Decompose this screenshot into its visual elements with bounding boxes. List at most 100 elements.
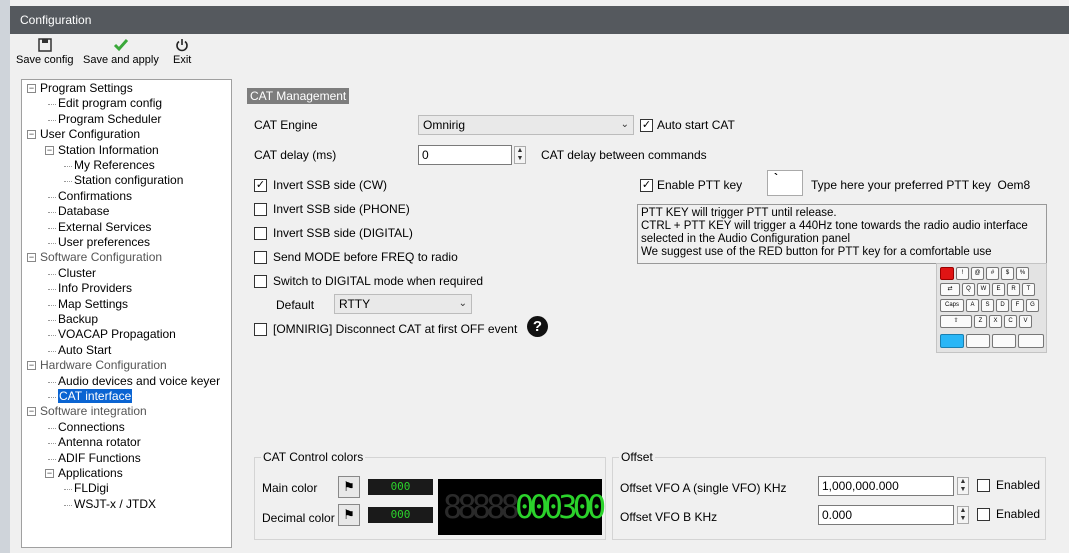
keyboard-key: Z (974, 315, 987, 328)
collapse-icon[interactable]: − (27, 253, 36, 263)
cat-delay-spinner[interactable]: ▲ ▼ (514, 146, 526, 164)
ptt-key-input[interactable]: ` (767, 170, 803, 196)
tree-connector (48, 397, 56, 398)
paint-bucket-icon[interactable]: ⚑ (338, 504, 360, 526)
tree-item[interactable]: External Services (58, 220, 151, 235)
offset-vfo-a-label: Offset VFO A (single VFO) KHz (620, 481, 787, 495)
invert-ssb-cw-checkbox[interactable]: ✓ (254, 179, 267, 192)
collapse-icon[interactable]: − (27, 84, 36, 93)
collapse-icon[interactable]: − (27, 407, 36, 417)
keyboard-key: E (992, 283, 1005, 296)
tree-item[interactable]: Station configuration (74, 173, 183, 188)
tree-item[interactable]: VOACAP Propagation (58, 327, 176, 342)
collapse-icon[interactable]: − (27, 361, 36, 371)
tree-item-label: ADIF Functions (58, 450, 141, 465)
invert-ssb-phone-label: Invert SSB side (PHONE) (273, 202, 410, 216)
tree-item[interactable]: Program Settings (40, 81, 133, 96)
auto-start-cat-checkbox[interactable]: ✓ (640, 119, 653, 132)
tree-item-label: Antenna rotator (58, 435, 141, 450)
tree-item[interactable]: Database (58, 204, 109, 219)
tree-item[interactable]: Program Scheduler (58, 112, 161, 127)
keyboard-key: A (966, 299, 979, 312)
ptt-note-line: PTT KEY will trigger PTT until release. (641, 207, 837, 219)
send-mode-checkbox[interactable] (254, 251, 267, 264)
display-digit: 8 (471, 488, 492, 526)
tree-item[interactable]: User preferences (58, 235, 150, 250)
tree-item[interactable]: Edit program config (58, 96, 162, 111)
tree-item[interactable]: Confirmations (58, 189, 132, 204)
display-digit: 3 (558, 488, 578, 526)
paint-bucket-icon[interactable]: ⚑ (338, 476, 360, 498)
switch-digital-checkbox[interactable] (254, 275, 267, 288)
settings-tree[interactable]: Program Settings − Edit program config Prog… (21, 79, 232, 548)
collapse-icon[interactable]: − (27, 130, 36, 140)
tree-item[interactable]: FLDigi (74, 481, 109, 496)
tree-item[interactable]: Audio devices and voice keyer (58, 374, 220, 389)
tree-item-label: Program Scheduler (58, 111, 162, 126)
tree-item[interactable]: User Configuration (40, 127, 140, 142)
save-and-apply-button[interactable]: Save and apply (83, 38, 159, 66)
auto-start-cat-label: Auto start CAT (657, 118, 735, 132)
tree-item-label: User preferences (58, 235, 151, 249)
tree-item[interactable]: WSJT-x / JTDX (74, 497, 156, 512)
invert-ssb-digital-label: Invert SSB side (DIGITAL) (273, 226, 413, 240)
save-config-button[interactable]: Save config (16, 38, 73, 66)
offset-vfo-a-input[interactable]: 1,000,000.000 (818, 476, 954, 496)
offset-vfo-b-enabled-checkbox[interactable] (977, 508, 990, 521)
tree-item[interactable]: My References (74, 158, 155, 173)
tree-item[interactable]: ADIF Functions (58, 451, 141, 466)
tree-item[interactable]: Map Settings (58, 297, 128, 312)
tree-item[interactable]: Auto Start (58, 343, 111, 358)
switch-digital-label: Switch to DIGITAL mode when required (273, 274, 484, 288)
ptt-note-line: We suggest use of the RED button for PTT… (641, 246, 992, 258)
toolbar: Save config Save and apply Exit (10, 34, 1069, 76)
tree-item[interactable]: Backup (58, 312, 98, 327)
tree-item[interactable]: Applications (58, 466, 123, 481)
tree-connector (48, 427, 56, 429)
tree-item-label: Backup (58, 312, 99, 326)
offset-vfo-b-input[interactable]: 0.000 (818, 505, 954, 525)
tree-item[interactable]: Software Configuration (40, 250, 162, 265)
keyboard-key: @ (971, 267, 984, 280)
omnirig-disconnect-checkbox[interactable] (254, 323, 267, 336)
tree-item-label: Map Settings (58, 296, 129, 311)
invert-ssb-phone-checkbox[interactable] (254, 203, 267, 216)
tree-item[interactable]: CAT interface (58, 389, 133, 404)
offset-vfo-a-enabled-checkbox[interactable] (977, 479, 990, 492)
tree-item[interactable]: Software integration (40, 404, 147, 419)
keyboard-illustration: ! @ # $ % ⇄ Q W E R T Caps A S D F G ⇧ Z… (936, 263, 1047, 353)
tree-item[interactable]: Info Providers (58, 281, 132, 296)
default-mode-select[interactable]: RTTY ⌄ (334, 294, 472, 314)
tree-connector (48, 273, 56, 275)
keyboard-key: Q (962, 283, 975, 296)
tree-item[interactable]: Antenna rotator (58, 435, 141, 450)
tree-item[interactable]: Connections (58, 420, 125, 435)
collapse-icon[interactable]: − (45, 469, 54, 478)
tree-connector (48, 335, 56, 337)
cat-delay-description: CAT delay between commands (541, 148, 707, 162)
tree-item-label: Hardware Configuration (40, 358, 167, 373)
chevron-down-icon: ⌄ (458, 298, 467, 309)
invert-ssb-digital-checkbox[interactable] (254, 227, 267, 240)
tree-connector (64, 166, 72, 167)
tree-item[interactable]: Cluster (58, 266, 96, 281)
collapse-icon[interactable]: − (45, 145, 54, 155)
help-icon[interactable]: ? (527, 316, 548, 337)
offset-vfo-b-enabled-label: Enabled (996, 507, 1041, 521)
keyboard-key: G (1026, 299, 1039, 312)
keyboard-key (992, 334, 1016, 348)
enable-ptt-checkbox[interactable]: ✓ (640, 179, 653, 192)
offset-group-title: Offset (619, 450, 655, 464)
default-mode-value: RTTY (339, 297, 371, 311)
keyboard-key: ⇧ (940, 315, 972, 328)
tree-item[interactable]: Hardware Configuration (40, 358, 167, 373)
tree-item[interactable]: Station Information (58, 143, 159, 158)
cat-delay-label: CAT delay (ms) (254, 148, 337, 162)
tree-item-label: Software integration (40, 404, 147, 419)
main-color-label: Main color (262, 481, 318, 495)
cat-delay-input[interactable]: 0 (418, 145, 512, 165)
exit-button[interactable]: Exit (173, 38, 191, 66)
offset-vfo-a-spinner[interactable]: ▲ ▼ (957, 477, 969, 495)
cat-engine-select[interactable]: Omnirig ⌄ (418, 115, 634, 135)
offset-vfo-b-spinner[interactable]: ▲ ▼ (957, 506, 969, 524)
